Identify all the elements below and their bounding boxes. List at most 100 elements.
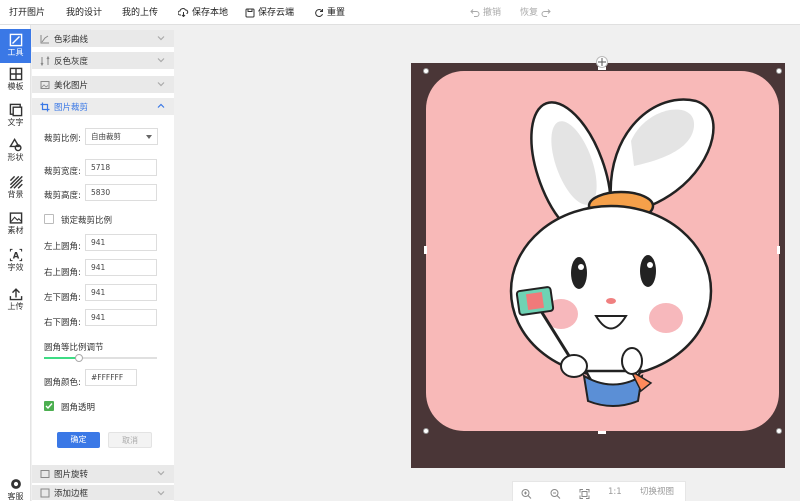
- chevron-up-icon: [157, 103, 165, 108]
- rail-item-tools[interactable]: 工具: [0, 29, 31, 63]
- radius-slider-track[interactable]: [44, 354, 157, 362]
- save-cloud-button[interactable]: 保存云端: [245, 0, 294, 25]
- rail-label-templates: 模板: [7, 82, 24, 91]
- handle-right[interactable]: [777, 246, 780, 254]
- move-handle[interactable]: [596, 56, 608, 68]
- rail-item-background[interactable]: 背景: [0, 171, 31, 205]
- crop-width-label: 裁剪宽度:: [44, 167, 81, 177]
- rail-label-background: 背景: [7, 190, 24, 199]
- undo-button[interactable]: 撤销: [470, 0, 501, 25]
- radius-slider-label: 圆角等比例调节: [44, 343, 104, 353]
- rail-item-templates[interactable]: 模板: [0, 63, 31, 97]
- crop-ratio-label: 裁剪比例:: [44, 134, 81, 144]
- left-tool-rail: 工具 模板 文字 形状 背景 素材 A 字效 上传 客服: [0, 25, 31, 501]
- rail-item-text[interactable]: 文字: [0, 99, 31, 133]
- rail-label-text-effects: 字效: [7, 263, 24, 272]
- service-icon: [10, 479, 21, 489]
- radius-color-label: 圆角颜色:: [44, 378, 81, 388]
- view-toolbar: 1:1 切换视图: [512, 481, 686, 501]
- section-label: 图片旋转: [54, 470, 89, 480]
- move-icon: [598, 58, 606, 66]
- rail-item-upload[interactable]: 上传: [0, 283, 31, 317]
- crop-height-label: 裁剪高度:: [44, 191, 81, 201]
- zoom-in-icon[interactable]: [521, 486, 532, 501]
- radius-slider-thumb[interactable]: [75, 354, 83, 362]
- bottom-left-radius-input[interactable]: [85, 284, 157, 301]
- section-label: 色彩曲线: [54, 34, 89, 45]
- refresh-icon: [315, 8, 323, 17]
- section-beautify[interactable]: 美化图片: [32, 76, 174, 94]
- rail-item-service[interactable]: 客服: [0, 473, 31, 501]
- bottom-right-radius-input[interactable]: [85, 309, 157, 326]
- bottom-right-radius-label: 右下圆角:: [44, 318, 81, 328]
- chevron-down-icon: [157, 36, 165, 41]
- section-label: 美化图片: [54, 80, 89, 91]
- background-icon: [9, 175, 23, 189]
- rail-label-service: 客服: [7, 492, 24, 501]
- redo-button[interactable]: 恢复: [520, 0, 551, 25]
- shape-icon: [8, 138, 22, 152]
- zoom-out-icon[interactable]: [550, 486, 561, 501]
- handle-left[interactable]: [424, 246, 427, 254]
- transparent-corners-checkbox[interactable]: [44, 401, 54, 411]
- top-right-radius-input[interactable]: [85, 259, 157, 276]
- check-icon: [45, 403, 53, 410]
- editor-app: 打开图片 我的设计 我的上传 保存本地 保存云端 重置 撤销 恢复 工具 模板 …: [0, 0, 800, 501]
- switch-view-button[interactable]: 切换视图: [640, 484, 674, 500]
- image-preview[interactable]: [426, 71, 779, 431]
- rail-label-tools: 工具: [7, 48, 24, 57]
- lock-ratio-label: 锁定裁剪比例: [61, 216, 113, 226]
- crop-height-input[interactable]: [85, 184, 157, 201]
- section-rotate[interactable]: 图片旋转: [32, 465, 174, 484]
- handle-bottom-right[interactable]: [776, 428, 782, 434]
- rail-item-shapes[interactable]: 形状: [0, 134, 31, 168]
- reset-button[interactable]: 重置: [314, 0, 345, 25]
- bottom-left-radius-label: 左下圆角:: [44, 293, 81, 303]
- save-local-button[interactable]: 保存本地: [178, 0, 228, 25]
- fit-screen-icon[interactable]: [579, 486, 590, 501]
- text-icon: [9, 103, 22, 117]
- undo-label: 撤销: [483, 7, 502, 18]
- redo-label: 恢复: [520, 7, 539, 18]
- section-border[interactable]: 添加边框: [32, 485, 174, 501]
- crop-ratio-select[interactable]: 自由裁剪: [85, 128, 158, 145]
- section-label: 添加边框: [54, 488, 89, 499]
- confirm-label: 确定: [70, 435, 87, 444]
- lock-ratio-checkbox[interactable]: [44, 214, 54, 224]
- section-crop[interactable]: 图片裁剪: [32, 98, 174, 116]
- radius-slider-fill: [44, 357, 79, 359]
- caret-down-icon: [146, 135, 152, 139]
- rail-item-text-effects[interactable]: A 字效: [0, 244, 31, 278]
- confirm-button[interactable]: 确定: [57, 432, 100, 448]
- rail-item-assets[interactable]: 素材: [0, 207, 31, 241]
- rail-label-shapes: 形状: [7, 153, 24, 162]
- actual-size-button[interactable]: 1:1: [608, 484, 622, 500]
- handle-top-right[interactable]: [776, 68, 782, 74]
- section-color-curve[interactable]: 色彩曲线: [32, 30, 174, 48]
- radius-color-input[interactable]: [85, 369, 137, 386]
- template-icon: [9, 67, 22, 81]
- section-label: 反色灰度: [54, 56, 89, 67]
- my-uploads-button[interactable]: 我的上传: [122, 0, 158, 25]
- border-icon: [40, 488, 50, 497]
- image-icon: [40, 80, 50, 89]
- undo-icon: [470, 9, 480, 17]
- section-invert-gray[interactable]: 反色灰度: [32, 52, 174, 70]
- my-designs-button[interactable]: 我的设计: [66, 0, 102, 25]
- section-label: 图片裁剪: [54, 102, 89, 113]
- redo-icon: [541, 9, 551, 17]
- top-left-radius-label: 左上圆角:: [44, 242, 81, 252]
- crop-icon: [40, 102, 50, 111]
- cancel-label: 取消: [122, 436, 138, 445]
- save-local-label: 保存本地: [192, 7, 229, 18]
- handle-bottom-left[interactable]: [423, 428, 429, 434]
- crop-width-input[interactable]: [85, 159, 157, 176]
- open-image-button[interactable]: 打开图片: [9, 0, 45, 25]
- cancel-button[interactable]: 取消: [108, 432, 152, 448]
- my-designs-label: 我的设计: [66, 7, 103, 18]
- tools-panel: 色彩曲线 反色灰度 美化图片 图片裁剪 裁剪比例: 自由裁剪 裁剪宽度: 裁剪高…: [32, 30, 174, 501]
- handle-top-left[interactable]: [423, 68, 429, 74]
- top-left-radius-input[interactable]: [85, 234, 157, 251]
- handle-bottom[interactable]: [598, 431, 606, 434]
- rail-label-upload: 上传: [7, 302, 24, 311]
